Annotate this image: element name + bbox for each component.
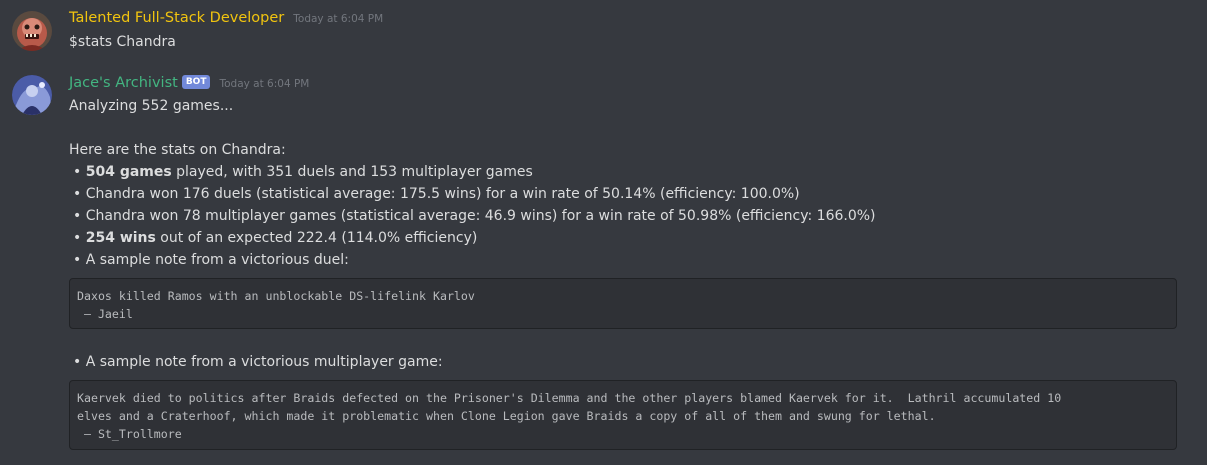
list-item: • A sample note from a victorious multip… bbox=[73, 354, 443, 370]
username[interactable]: Jace's Archivist bbox=[69, 75, 178, 91]
bot-tag: BOT bbox=[181, 75, 211, 89]
list-item: • Chandra won 176 duels (statistical ave… bbox=[73, 186, 800, 202]
intro-text: Analyzing 552 games... bbox=[69, 98, 234, 114]
list-item: • A sample note from a victorious duel: bbox=[73, 252, 349, 268]
list-item: • Chandra won 78 multiplayer games (stat… bbox=[73, 208, 876, 224]
jace-avatar-icon[interactable] bbox=[12, 75, 52, 115]
duel-note-code-block: Daxos killed Ramos with an unblockable D… bbox=[69, 278, 1177, 329]
list-item: • 504 games played, with 351 duels and 1… bbox=[73, 164, 533, 180]
multiplayer-note-code-block: Kaervek died to politics after Braids de… bbox=[69, 380, 1177, 450]
timestamp: Today at 6:04 PM bbox=[219, 78, 310, 90]
list-item: • 254 wins out of an expected 222.4 (114… bbox=[73, 230, 478, 246]
stats-heading: Here are the stats on Chandra: bbox=[69, 142, 286, 158]
chat-log: Talented Full-Stack Developer Today at 6… bbox=[0, 0, 1207, 465]
message-bot: Jace's Archivist BOT Today at 6:04 PM An… bbox=[0, 0, 1207, 465]
